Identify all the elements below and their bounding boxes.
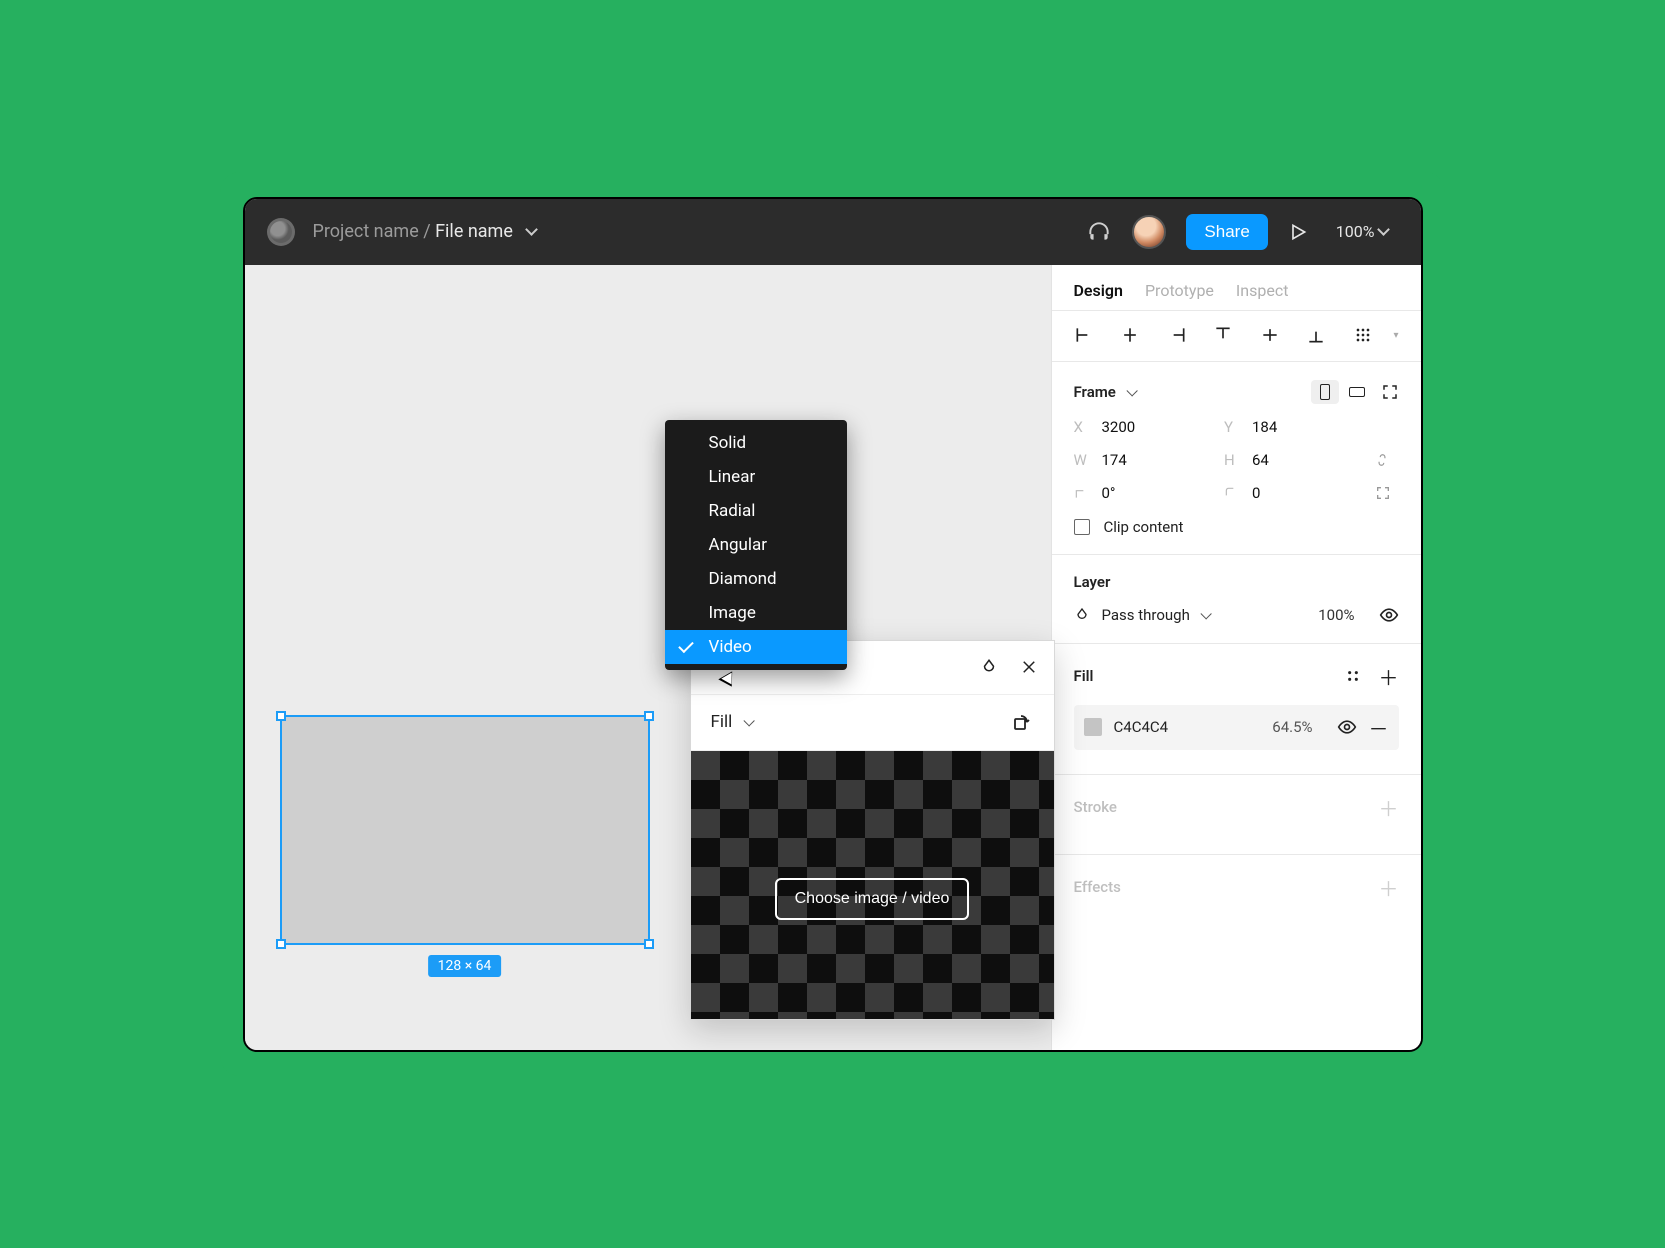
add-fill-button[interactable]: ＋ [1379,662,1399,691]
fill-type-option-linear[interactable]: Linear [665,460,847,494]
effects-section: Effects ＋ [1052,855,1421,920]
align-center-v-icon[interactable] [1260,325,1282,347]
share-button[interactable]: Share [1186,214,1267,250]
add-stroke-button[interactable]: ＋ [1379,793,1399,822]
layer-opacity-input[interactable]: 100% [1318,606,1354,624]
style-library-icon[interactable] [1345,668,1361,684]
zoom-control[interactable]: 100% [1328,222,1389,241]
file-name[interactable]: File name [435,221,513,242]
panel-tabs: Design Prototype Inspect [1052,265,1421,311]
clip-content-checkbox[interactable]: Clip content [1074,518,1399,536]
workspace: 128 × 64 Fill [245,265,1421,1050]
independent-corners-icon[interactable] [1375,485,1399,501]
chevron-down-icon [1200,608,1211,619]
frame-type-select[interactable]: Frame [1074,383,1134,401]
blend-icon[interactable] [980,658,998,676]
chevron-down-icon[interactable]: ▾ [1393,330,1398,341]
app-window: Project name / File name Share [243,197,1423,1052]
constrain-proportions-icon[interactable] [1375,450,1399,470]
fill-type-option-video[interactable]: Video [665,630,847,664]
clip-content-label: Clip content [1104,518,1184,536]
voice-chat-button[interactable] [1086,219,1112,245]
alignment-row: ▾ [1052,311,1421,362]
stroke-section: Stroke ＋ [1052,775,1421,855]
resize-handle-top-right[interactable] [644,711,654,721]
layer-title: Layer [1074,573,1399,591]
layer-section: Layer Pass through 100% [1052,555,1421,644]
width-input[interactable]: W174 [1074,451,1225,469]
checkbox-icon [1074,519,1090,535]
choose-media-button[interactable]: Choose image / video [775,878,970,920]
resize-handle-top-left[interactable] [276,711,286,721]
close-icon[interactable] [1020,658,1038,676]
resize-handle-bottom-right[interactable] [644,939,654,949]
fill-item[interactable]: C4C4C4 64.5% － [1074,705,1399,750]
fill-mode-select[interactable]: Fill [711,712,751,732]
fill-type-option-angular[interactable]: Angular [665,528,847,562]
orientation-toggle [1311,380,1371,404]
x-input[interactable]: X3200 [1074,418,1225,436]
fill-hex-value[interactable]: C4C4C4 [1114,718,1169,736]
align-right-icon[interactable] [1167,325,1189,347]
align-left-icon[interactable] [1074,325,1096,347]
avatar[interactable] [1132,215,1166,249]
fill-type-option-solid[interactable]: Solid [665,426,847,460]
resize-handle-bottom-left[interactable] [276,939,286,949]
canvas[interactable]: 128 × 64 Fill [245,265,1051,1050]
fill-type-option-diamond[interactable]: Diamond [665,562,847,596]
resize-to-fit-icon[interactable] [1381,383,1399,401]
blend-mode-select[interactable]: Pass through [1102,606,1208,624]
selected-frame[interactable]: 128 × 64 [280,715,650,945]
orientation-portrait-button[interactable] [1311,380,1339,404]
chevron-down-icon [1126,385,1137,396]
present-button[interactable] [1288,222,1308,242]
fill-visibility-icon[interactable] [1337,717,1357,737]
zoom-label: 100% [1336,222,1375,241]
fill-type-option-image[interactable]: Image [665,596,847,630]
fill-type-option-radial[interactable]: Radial [665,494,847,528]
height-input[interactable]: H64 [1224,451,1375,469]
chevron-down-icon [1379,225,1389,235]
stroke-title: Stroke [1074,798,1117,816]
remove-fill-button[interactable]: － [1369,713,1389,742]
fill-opacity-input[interactable]: 64.5% [1272,718,1312,736]
frame-section: Frame [1052,362,1421,555]
fill-swatch[interactable] [1084,718,1102,736]
app-logo-icon[interactable] [267,218,295,246]
breadcrumb-separator: / [423,221,430,242]
y-input[interactable]: Y184 [1224,418,1375,436]
fill-section: Fill ＋ C4C4C4 64.5% [1052,644,1421,775]
visibility-toggle-icon[interactable] [1379,605,1399,625]
chevron-down-icon [743,715,754,726]
rotation-input[interactable]: 0° [1074,484,1225,502]
add-effect-button[interactable]: ＋ [1379,873,1399,902]
align-top-icon[interactable] [1213,325,1235,347]
right-panel: Design Prototype Inspect ▾ [1051,265,1421,1050]
orientation-landscape-button[interactable] [1343,380,1371,404]
frame-title: Frame [1074,383,1116,401]
tab-prototype[interactable]: Prototype [1145,281,1214,300]
fill-mode-label: Fill [711,712,733,732]
corner-radius-input[interactable]: 0 [1224,484,1375,502]
media-preview-area[interactable]: Choose image / video [691,751,1054,1019]
droplet-icon [1074,607,1090,623]
align-bottom-icon[interactable] [1306,325,1328,347]
rotate-icon[interactable] [1010,710,1034,734]
align-center-h-icon[interactable] [1120,325,1142,347]
distribute-icon[interactable] [1353,325,1375,347]
project-name[interactable]: Project name [313,221,419,242]
tab-inspect[interactable]: Inspect [1236,281,1289,300]
fill-title: Fill [1074,667,1094,685]
breadcrumb[interactable]: Project name / File name [313,221,538,242]
topbar: Project name / File name Share [245,199,1421,265]
selection-size-badge: 128 × 64 [428,955,502,977]
fill-type-dropdown[interactable]: SolidLinearRadialAngularDiamondImageVide… [665,420,847,670]
effects-title: Effects [1074,878,1121,896]
tab-design[interactable]: Design [1074,281,1123,300]
fill-media-popup: Fill Choose image / video [690,640,1055,1020]
chevron-down-icon[interactable] [527,225,537,235]
